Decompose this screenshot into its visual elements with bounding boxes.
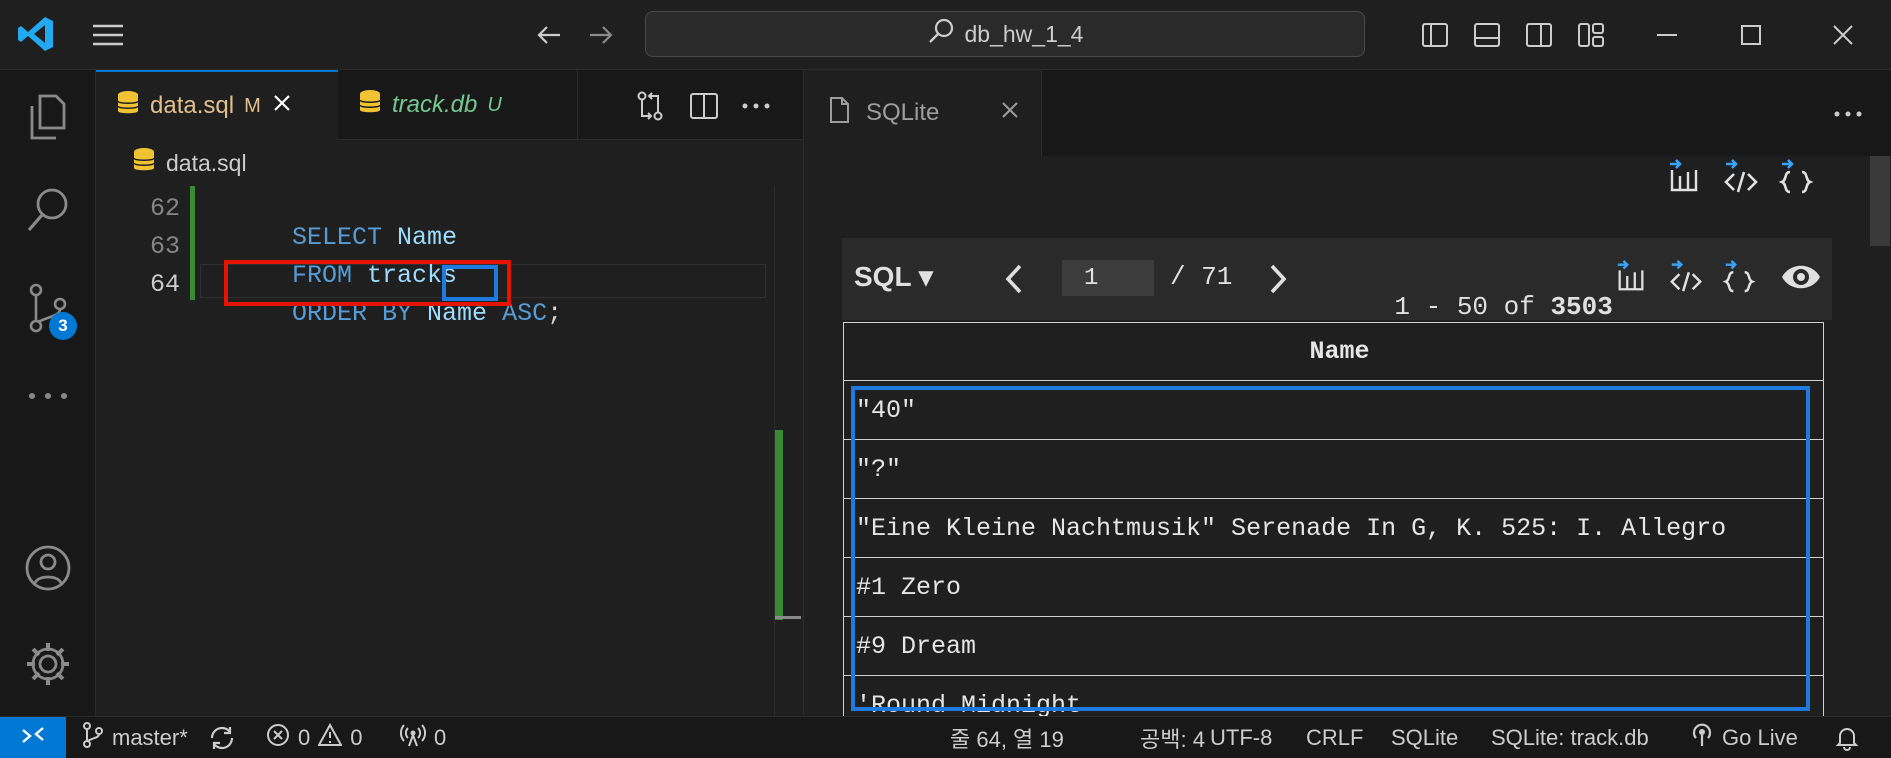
database-icon <box>116 90 140 123</box>
split-editor-icon[interactable] <box>688 90 720 122</box>
menu-icon[interactable] <box>90 20 126 50</box>
back-arrow-icon[interactable] <box>532 18 566 52</box>
tab-status: M <box>244 94 261 117</box>
close-tab-icon[interactable] <box>999 99 1021 128</box>
search-icon <box>927 17 955 51</box>
database-icon <box>132 147 156 179</box>
error-count: 0 <box>298 725 311 750</box>
active-database[interactable]: SQLite: track.db <box>1491 717 1649 758</box>
sql-mode-dropdown[interactable]: SQL ▾ <box>854 260 933 293</box>
end-of-line[interactable]: CRLF <box>1306 717 1363 758</box>
cursor-position[interactable]: 줄 64, 열 19 <box>950 717 1064 758</box>
more-views-icon[interactable] <box>24 386 72 406</box>
panel-scrollbar[interactable] <box>1870 156 1890 246</box>
title-bar: db_hw_1_4 <box>0 0 1891 70</box>
error-icon <box>266 723 290 753</box>
indentation[interactable]: 공백: 4 <box>1140 717 1205 758</box>
line-number: 63 <box>149 232 180 261</box>
sql-semicolon: ; <box>547 299 563 328</box>
branch-name: master* <box>112 725 188 750</box>
go-live-button[interactable]: Go Live <box>1690 717 1798 758</box>
line-number: 64 <box>149 270 180 299</box>
overview-ruler-cursor <box>775 616 801 619</box>
close-window-icon[interactable] <box>1826 18 1860 52</box>
export-json-icon[interactable] <box>1722 256 1756 296</box>
problems-indicator[interactable]: 0 0 <box>266 717 363 758</box>
database-icon <box>358 89 382 122</box>
accounts-icon[interactable] <box>24 544 72 592</box>
language-mode[interactable]: SQLite <box>1391 717 1458 758</box>
remote-icon <box>20 722 46 754</box>
customize-layout-icon[interactable] <box>1574 18 1608 52</box>
breadcrumb: data.sql <box>96 140 803 186</box>
sync-icon[interactable] <box>208 717 236 758</box>
total-pages: / 71 <box>1170 262 1233 292</box>
more-actions-icon[interactable] <box>740 90 772 122</box>
tab-label: SQLite <box>866 99 940 126</box>
tab-status: U <box>487 93 502 116</box>
warning-icon <box>317 722 343 753</box>
tab-label: data.sql <box>150 92 235 119</box>
tab-track-db[interactable]: track.db U <box>338 70 578 140</box>
tab-data-sql[interactable]: data.sql M <box>96 70 338 140</box>
search-text: db_hw_1_4 <box>964 20 1084 47</box>
toggle-secondary-sidebar-icon[interactable] <box>1522 18 1556 52</box>
overview-ruler-added <box>775 430 783 620</box>
export-csv-icon[interactable] <box>1666 156 1702 196</box>
toggle-panel-icon[interactable] <box>1470 18 1504 52</box>
activity-bar: 3 <box>0 70 96 716</box>
export-html-icon[interactable] <box>1668 256 1704 296</box>
code-editor[interactable]: 62 SELECT Name 63 FROM tracks 64 ORDER B… <box>96 186 803 716</box>
more-actions-icon[interactable] <box>1832 98 1864 130</box>
table-header-row: Name <box>843 322 1824 381</box>
page-number-input[interactable] <box>1062 260 1154 296</box>
status-bar: master* 0 0 0 줄 64, 열 19 공백: 4 UTF-8 CRL… <box>0 716 1891 758</box>
annotation-blue-box <box>442 265 498 301</box>
file-icon <box>828 96 850 131</box>
column-header-name[interactable]: Name <box>843 322 1824 381</box>
go-live-label: Go Live <box>1722 725 1798 750</box>
command-center-search[interactable]: db_hw_1_4 <box>645 11 1365 57</box>
previous-page-icon[interactable] <box>1002 262 1026 296</box>
warning-count: 0 <box>350 725 363 750</box>
source-control-badge: 3 <box>49 312 77 340</box>
editor-tabs-right: SQLite <box>803 70 1891 156</box>
manage-gear-icon[interactable] <box>24 640 72 688</box>
export-html-icon[interactable] <box>1722 156 1760 196</box>
result-toolbar: SQL ▾ / 71 1 - 50 of 3503 <box>842 238 1832 322</box>
broadcast-icon <box>400 722 426 754</box>
breadcrumb-file[interactable]: data.sql <box>166 150 247 177</box>
encoding[interactable]: UTF-8 <box>1210 717 1272 758</box>
line-number: 62 <box>149 194 180 223</box>
git-added-gutter <box>190 186 195 300</box>
notifications-bell-icon[interactable] <box>1835 717 1859 758</box>
preview-eye-icon[interactable] <box>1780 260 1822 294</box>
branch-icon <box>82 722 104 754</box>
minimize-icon[interactable] <box>1650 18 1684 52</box>
maximize-icon[interactable] <box>1734 18 1768 52</box>
toggle-primary-sidebar-icon[interactable] <box>1418 18 1452 52</box>
editor-tabs-left: data.sql M track.db U <box>96 70 803 140</box>
remote-indicator[interactable] <box>0 717 66 758</box>
git-branch[interactable]: master* <box>82 717 188 758</box>
row-range-text: 1 - 50 of <box>1394 292 1551 322</box>
export-json-icon[interactable] <box>1778 156 1814 196</box>
next-page-icon[interactable] <box>1266 262 1290 296</box>
explorer-icon[interactable] <box>24 92 72 144</box>
export-csv-icon[interactable] <box>1614 256 1648 296</box>
vscode-logo-icon <box>16 14 56 54</box>
close-tab-icon[interactable] <box>271 92 293 121</box>
forward-arrow-icon[interactable] <box>584 18 618 52</box>
total-rows: 3503 <box>1550 292 1613 322</box>
tab-label: track.db <box>392 91 478 118</box>
compare-changes-icon[interactable] <box>634 90 666 122</box>
ports-count: 0 <box>434 725 447 750</box>
go-live-icon <box>1690 722 1714 754</box>
source-control-icon[interactable]: 3 <box>24 282 78 340</box>
tab-sqlite[interactable]: SQLite <box>804 70 1042 156</box>
search-sidebar-icon[interactable] <box>24 186 72 236</box>
annotation-blue-rows-box <box>851 386 1810 711</box>
ports-indicator[interactable]: 0 <box>400 717 446 758</box>
